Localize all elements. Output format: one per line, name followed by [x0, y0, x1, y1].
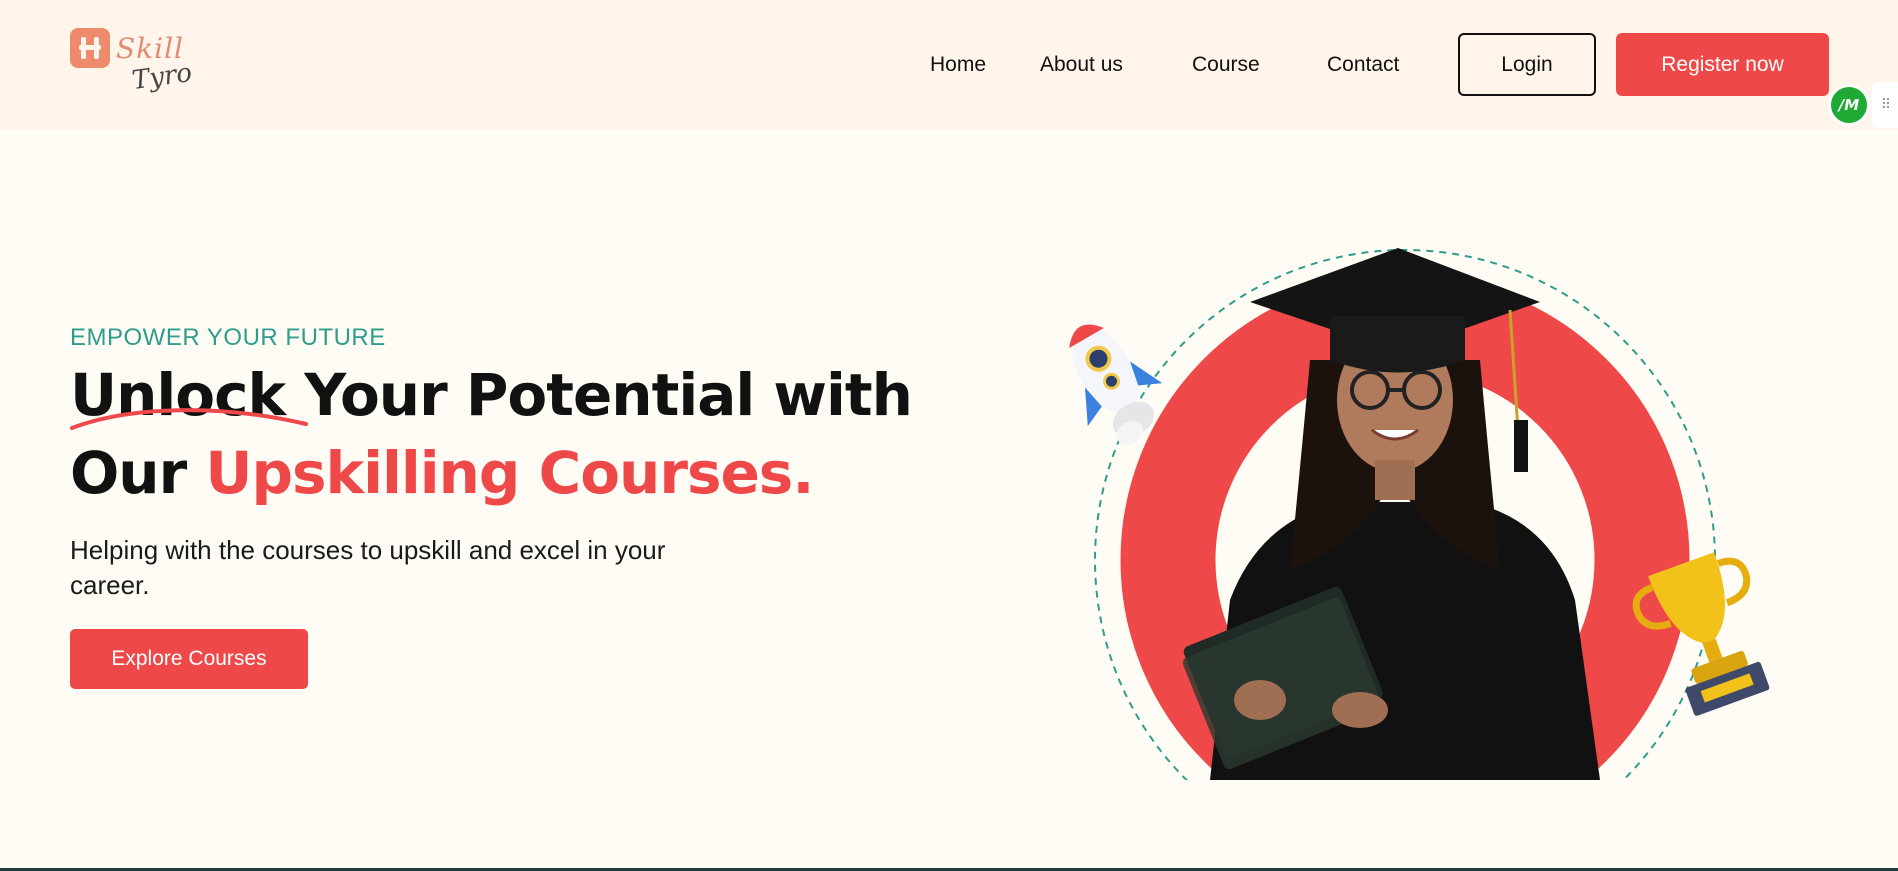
extension-drag-handle-icon[interactable]: ⠿: [1872, 82, 1898, 128]
nav-contact[interactable]: Contact: [1327, 53, 1399, 77]
explore-courses-button[interactable]: Explore Courses: [70, 629, 308, 689]
headline-line-1-rest: Your Potential with: [285, 361, 913, 429]
headline-accent-text: Upskilling Courses.: [205, 439, 814, 507]
browser-extension-icon[interactable]: /M: [1828, 84, 1870, 126]
logo-mark-icon: [70, 28, 110, 68]
nav-about-us[interactable]: About us: [1040, 53, 1123, 77]
site-header: Skill Tyro Home About us Course Contact …: [0, 0, 1898, 130]
hero-subtext: Helping with the courses to upskill and …: [70, 535, 666, 600]
nav-course[interactable]: Course: [1192, 53, 1260, 77]
headline-unlock-word: Unlock: [70, 356, 308, 434]
hero-illustration: [1069, 248, 1770, 780]
skilltyro-logo[interactable]: Skill Tyro: [70, 28, 198, 104]
register-now-button[interactable]: Register now: [1616, 33, 1829, 96]
underline-swoosh-icon: [70, 408, 308, 430]
headline-line-2: Our Upskilling Courses.: [70, 434, 970, 512]
hero-eyebrow: EMPOWER YOUR FUTURE: [70, 324, 386, 351]
headline-line-1: Unlock Your Potential with: [70, 356, 970, 434]
headline-line-2-plain: Our: [70, 439, 206, 507]
nav-home[interactable]: Home: [930, 53, 986, 77]
hero-headline: Unlock Your Potential with Our Upskillin…: [70, 356, 970, 512]
login-button[interactable]: Login: [1458, 33, 1596, 96]
